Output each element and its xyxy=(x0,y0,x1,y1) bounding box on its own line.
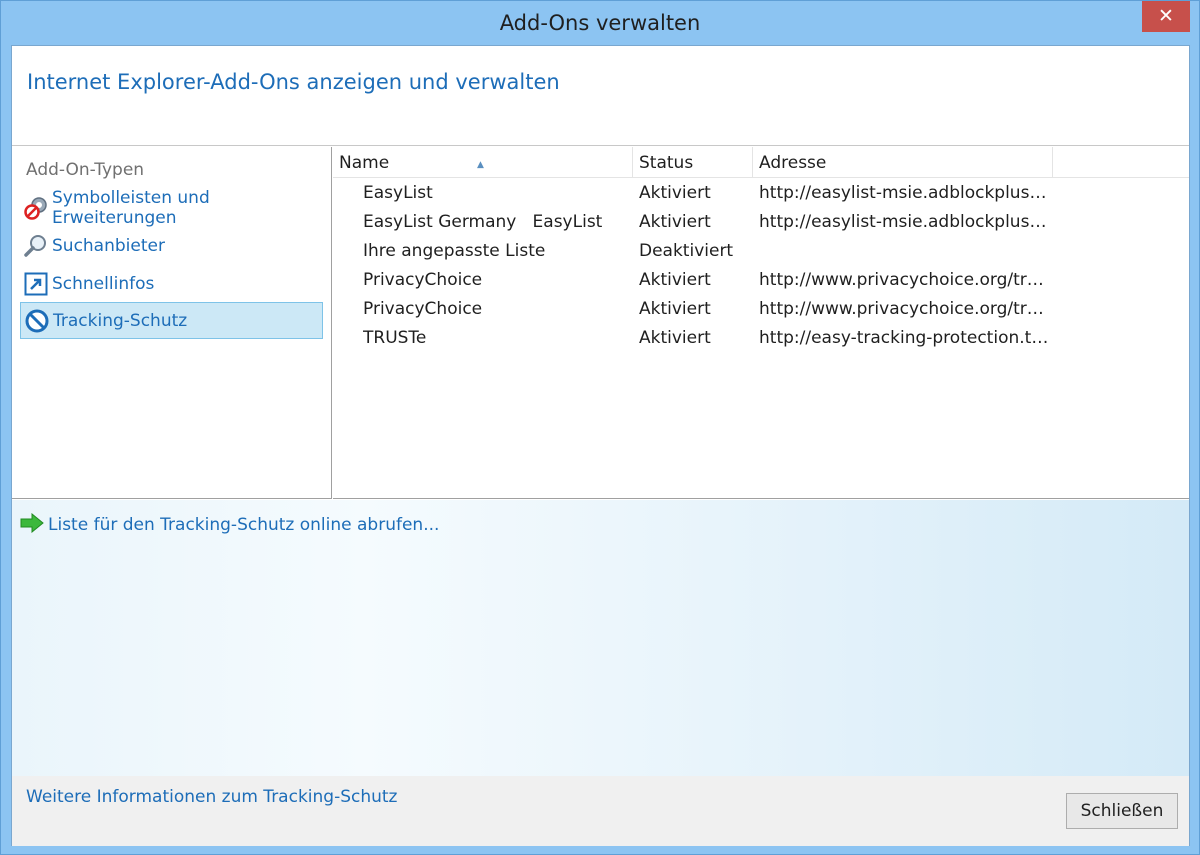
column-header-address[interactable]: Adresse xyxy=(753,147,1053,178)
column-header-label: Adresse xyxy=(759,153,827,173)
accelerator-icon xyxy=(24,272,48,296)
cell-status: Aktiviert xyxy=(639,270,711,290)
cell-address: http://www.privacychoice.org/trac… xyxy=(759,270,1049,290)
cell-status: Aktiviert xyxy=(639,212,711,232)
details-pane: Liste für den Tracking-Schutz online abr… xyxy=(12,500,1189,776)
cell-address: http://easylist-msie.adblockplus.or… xyxy=(759,183,1049,203)
window-title: Add-Ons verwalten xyxy=(499,11,701,35)
cell-status: Aktiviert xyxy=(639,328,711,348)
column-header-name[interactable]: Name ▲ xyxy=(333,147,633,178)
magnifier-icon xyxy=(24,234,48,258)
sidebar-item-search[interactable]: Suchanbieter xyxy=(20,227,323,264)
header-banner: Internet Explorer-Add-Ons anzeigen und v… xyxy=(12,46,1189,146)
dialog-window: Add-Ons verwalten ✕ Internet Explorer-Ad… xyxy=(0,0,1200,855)
dialog-content: Internet Explorer-Add-Ons anzeigen und v… xyxy=(11,45,1190,846)
table-row[interactable]: PrivacyChoice Aktiviert http://www.priva… xyxy=(333,295,1189,324)
cell-address: http://www.privacychoice.org/trac… xyxy=(759,299,1049,319)
column-header-status[interactable]: Status xyxy=(633,147,753,178)
cell-name: PrivacyChoice xyxy=(363,270,483,290)
table-row[interactable]: PrivacyChoice Aktiviert http://www.priva… xyxy=(333,266,1189,295)
addon-list: Name ▲ Status Adresse EasyList Aktiviert… xyxy=(333,147,1189,499)
addon-types-heading: Add-On-Typen xyxy=(26,160,145,180)
get-tracking-list-link[interactable]: Liste für den Tracking-Schutz online abr… xyxy=(20,512,440,537)
footer-bar: Weitere Informationen zum Tracking-Schut… xyxy=(12,776,1189,846)
cell-name: Ihre angepasste Liste xyxy=(363,241,546,261)
cell-name: EasyList Germany EasyList xyxy=(363,212,603,232)
column-header-label: Name xyxy=(339,153,390,173)
no-entry-icon xyxy=(25,309,49,333)
list-header: Name ▲ Status Adresse xyxy=(333,147,1189,178)
table-row[interactable]: EasyList Germany EasyList Aktiviert http… xyxy=(333,208,1189,237)
sidebar-item-label: Tracking-Schutz xyxy=(53,310,188,331)
addon-types-panel: Add-On-Typen Symbolleisten und Erweiteru… xyxy=(12,147,332,499)
gears-icon xyxy=(24,196,48,220)
close-button[interactable]: Schließen xyxy=(1066,793,1178,829)
sidebar-item-label: Suchanbieter xyxy=(52,235,165,256)
page-title: Internet Explorer-Add-Ons anzeigen und v… xyxy=(27,70,560,94)
more-info-link[interactable]: Weitere Informationen zum Tracking-Schut… xyxy=(26,787,398,807)
cell-name: TRUSTe xyxy=(363,328,427,348)
cell-address: http://easylist-msie.adblockplus.or… xyxy=(759,212,1049,232)
sidebar-item-accelerators[interactable]: Schnellinfos xyxy=(20,265,323,302)
title-bar[interactable]: Add-Ons verwalten ✕ xyxy=(1,1,1199,45)
sidebar-item-label: Symbolleisten und Erweiterungen xyxy=(52,187,210,228)
cell-status: Aktiviert xyxy=(639,183,711,203)
column-header-label: Status xyxy=(639,153,694,173)
green-arrow-icon xyxy=(20,512,44,537)
sidebar-item-tracking-protection[interactable]: Tracking-Schutz xyxy=(20,302,323,339)
sort-ascending-icon: ▲ xyxy=(477,160,484,170)
table-row[interactable]: EasyList Aktiviert http://easylist-msie.… xyxy=(333,179,1189,208)
get-tracking-list-label: Liste für den Tracking-Schutz online abr… xyxy=(48,515,440,535)
sidebar-item-label: Schnellinfos xyxy=(52,273,155,294)
sidebar-item-toolbars[interactable]: Symbolleisten und Erweiterungen xyxy=(20,187,323,228)
cell-address: http://easy-tracking-protection.tru… xyxy=(759,328,1049,348)
table-row[interactable]: Ihre angepasste Liste Deaktiviert xyxy=(333,237,1189,266)
window-close-button[interactable]: ✕ xyxy=(1142,1,1190,32)
cell-address xyxy=(759,237,1049,266)
cell-status: Aktiviert xyxy=(639,299,711,319)
cell-name: EasyList xyxy=(363,183,433,203)
cell-name: PrivacyChoice xyxy=(363,299,483,319)
table-row[interactable]: TRUSTe Aktiviert http://easy-tracking-pr… xyxy=(333,324,1189,353)
cell-status: Deaktiviert xyxy=(639,241,734,261)
